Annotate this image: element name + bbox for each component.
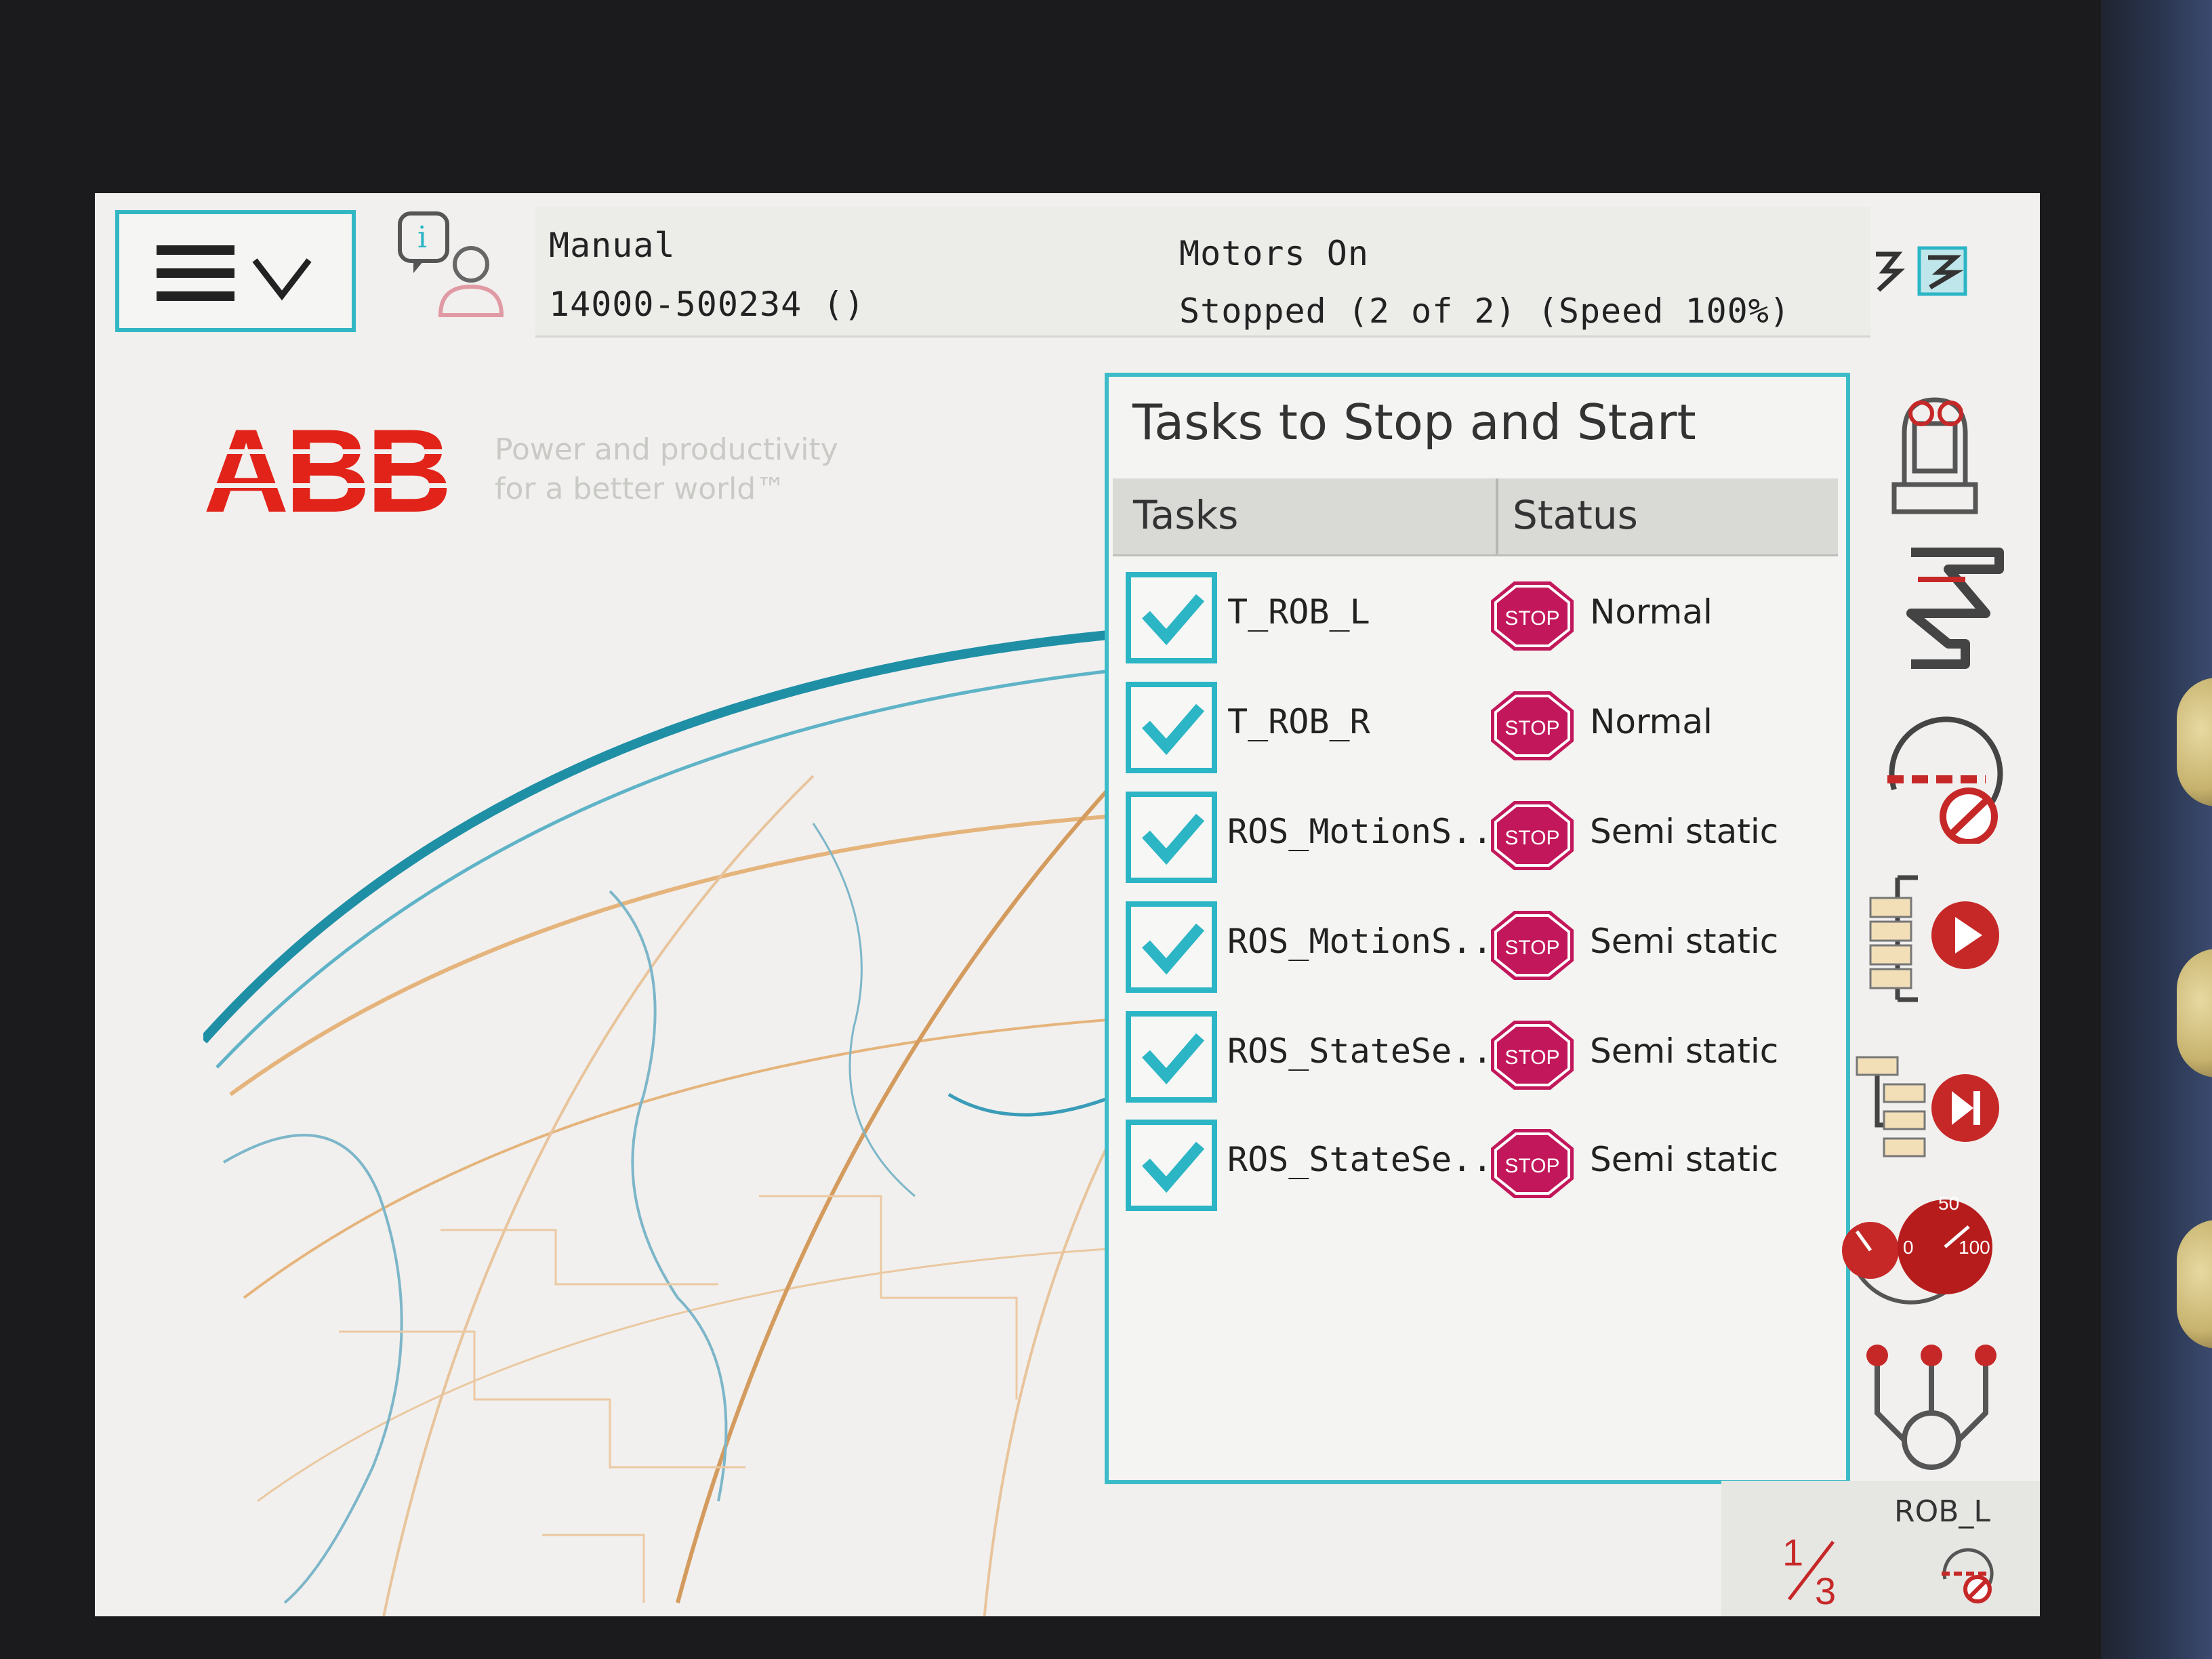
task-name: ROS_MotionS...: [1227, 812, 1513, 851]
svg-text:100: 100: [1959, 1237, 1990, 1258]
svg-text:STOP: STOP: [1504, 717, 1559, 739]
task-row[interactable]: T_ROB_R STOP Normal: [1109, 675, 1847, 777]
svg-text:50: 50: [1938, 1193, 1959, 1214]
task-status: Semi static: [1590, 1031, 1779, 1071]
task-name: ROS_StateSe...: [1227, 1031, 1513, 1071]
globe-map-artwork: [203, 622, 1220, 1616]
check-icon: [1142, 923, 1205, 975]
svg-text:STOP: STOP: [1504, 607, 1559, 630]
tasks-dialog: Tasks to Stop and Start Tasks Status T_R…: [1105, 373, 1850, 1484]
stop-icon: STOP: [1491, 801, 1574, 870]
task-name: ROS_StateSe...: [1227, 1140, 1513, 1179]
task-row[interactable]: ROS_StateSe... STOP Semi static: [1109, 1004, 1847, 1106]
dual-arm-mode-icon[interactable]: [1830, 539, 2006, 674]
task-status: Semi static: [1590, 922, 1779, 961]
task-row[interactable]: T_ROB_L STOP Normal: [1109, 565, 1847, 667]
chevron-down-icon: [252, 258, 312, 301]
bezel-knob: [2177, 1220, 2212, 1349]
event-log-user-icon[interactable]: i: [393, 207, 508, 322]
program-status: Stopped (2 of 2) (Speed 100%): [1179, 291, 1790, 331]
table-header: Tasks Status: [1113, 478, 1838, 556]
motors-status: Motors On: [1179, 234, 1369, 273]
bezel-knob: [2177, 678, 2212, 806]
svg-text:i: i: [417, 220, 427, 255]
column-header-tasks: Tasks: [1133, 492, 1239, 538]
task-checkbox[interactable]: [1126, 1011, 1217, 1103]
svg-text:STOP: STOP: [1504, 827, 1559, 849]
dialog-title: Tasks to Stop and Start: [1132, 394, 1696, 451]
svg-text:STOP: STOP: [1504, 937, 1559, 959]
active-unit-name: ROB_L: [1894, 1494, 1990, 1529]
stop-icon: STOP: [1491, 581, 1574, 651]
task-checkbox[interactable]: [1126, 572, 1217, 663]
active-unit-indicator[interactable]: ROB_L 1 3: [1721, 1481, 2040, 1616]
check-icon: [1142, 594, 1205, 645]
task-status: Normal: [1590, 592, 1713, 632]
task-status: Normal: [1590, 702, 1713, 741]
bezel-knob: [2177, 949, 2212, 1078]
controller-id: 14000-500234 (): [549, 285, 865, 324]
stop-icon: STOP: [1491, 691, 1574, 760]
increment-fraction-icon: 1 3: [1782, 1531, 1836, 1610]
task-checkbox[interactable]: [1126, 1120, 1217, 1211]
task-checkbox[interactable]: [1126, 792, 1217, 883]
step-forward-icon[interactable]: [1830, 1037, 2006, 1172]
status-bar[interactable]: Manual 14000-500234 () Motors On Stopped…: [535, 207, 1967, 337]
check-icon: [1142, 703, 1205, 755]
task-name: T_ROB_R: [1227, 702, 1370, 741]
task-status: Semi static: [1590, 1140, 1779, 1179]
task-row[interactable]: ROS_MotionS... STOP Semi static: [1109, 785, 1847, 886]
stop-icon: STOP: [1491, 911, 1574, 980]
hamburger-menu-icon: [157, 245, 234, 301]
tagline-line-1: Power and productivity: [495, 432, 838, 467]
svg-text:STOP: STOP: [1504, 1046, 1559, 1069]
increment-off-icon: [1942, 1548, 1994, 1603]
task-checkbox[interactable]: [1126, 682, 1217, 773]
check-icon: [1142, 1141, 1205, 1193]
task-row[interactable]: ROS_StateSe... STOP Semi static: [1109, 1113, 1847, 1214]
svg-text:0: 0: [1903, 1237, 1914, 1258]
task-status: Semi static: [1590, 812, 1779, 851]
task-checkbox[interactable]: [1126, 901, 1217, 993]
task-name: T_ROB_L: [1227, 592, 1370, 632]
svg-text:STOP: STOP: [1504, 1155, 1559, 1177]
speed-gauge-icon[interactable]: 50 0 100: [1830, 1169, 2006, 1332]
run-program-icon[interactable]: [1830, 864, 2006, 1006]
operating-mode: Manual: [549, 226, 676, 265]
flexpendant-screen: i Manual 14000-500234 () Motors On Stopp…: [95, 193, 2040, 1616]
jog-mode-icon: [1876, 246, 1967, 296]
mechanical-unit-icon[interactable]: [1830, 1338, 2006, 1481]
main-menu-button[interactable]: [115, 210, 356, 332]
disable-icon[interactable]: [1830, 708, 2006, 844]
task-name: ROS_MotionS...: [1227, 922, 1513, 961]
check-icon: [1142, 1033, 1205, 1084]
column-header-status: Status: [1513, 492, 1638, 538]
device-bezel: [2101, 0, 2212, 1659]
stop-icon: STOP: [1491, 1021, 1574, 1090]
column-divider: [1496, 478, 1498, 554]
svg-text:3: 3: [1815, 1570, 1836, 1610]
task-row[interactable]: ROS_MotionS... STOP Semi static: [1109, 895, 1847, 996]
robot-jog-icon[interactable]: [1830, 386, 2006, 522]
svg-text:1: 1: [1782, 1531, 1803, 1574]
check-icon: [1142, 813, 1205, 865]
stop-icon: STOP: [1491, 1129, 1574, 1198]
